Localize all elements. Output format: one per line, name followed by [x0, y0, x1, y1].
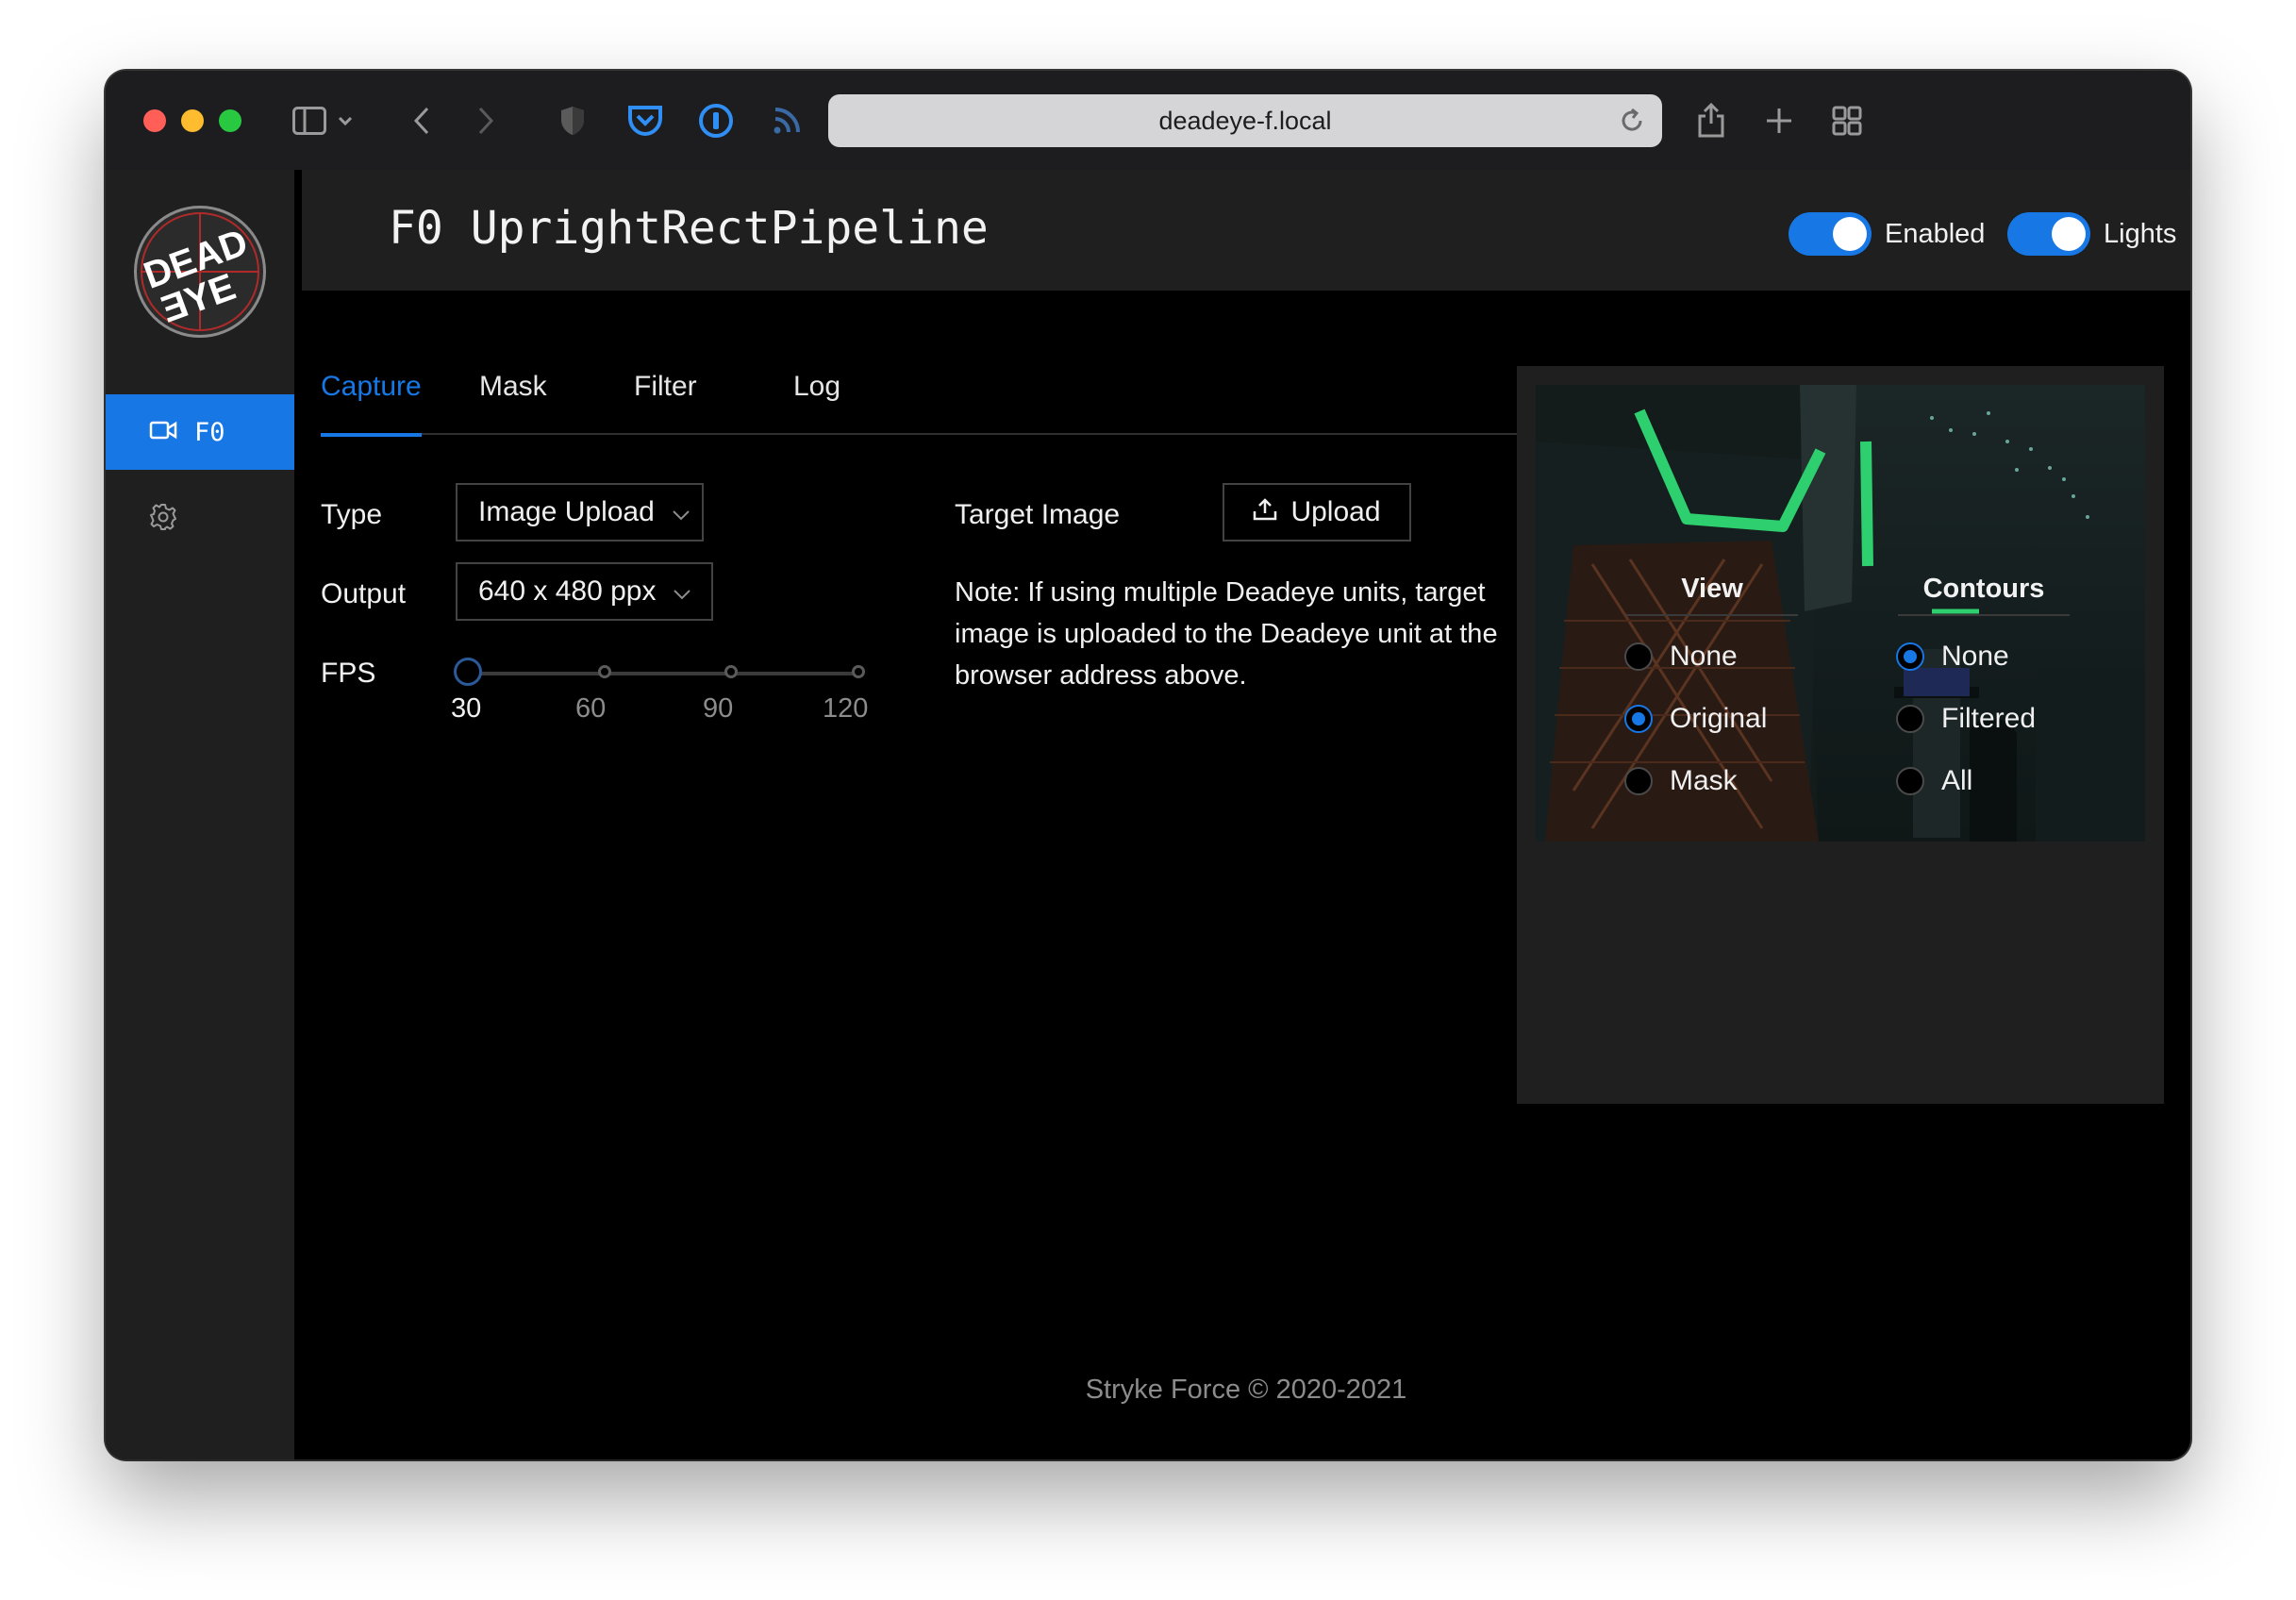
- upload-button-label: Upload: [1290, 496, 1381, 527]
- tab-overview-icon[interactable]: [1830, 99, 1864, 142]
- upload-icon: [1253, 496, 1277, 528]
- fps-mark-90: 90: [703, 693, 734, 724]
- footer-copyright: Stryke Force © 2020-2021: [1085, 1375, 1407, 1405]
- reload-icon[interactable]: [1619, 108, 1645, 139]
- deadeye-logo: DEAD ƎYE: [134, 206, 266, 338]
- tab-capture[interactable]: Capture: [321, 363, 422, 437]
- contours-option-filtered[interactable]: Filtered: [1896, 703, 2036, 735]
- fps-mark-30: 30: [451, 693, 482, 724]
- radio-label: Filtered: [1941, 703, 2037, 734]
- target-image-label: Target Image: [955, 499, 1121, 530]
- chevron-down-icon[interactable]: [336, 99, 355, 142]
- sidebar-item-label: F0: [194, 417, 225, 447]
- gear-icon: [149, 503, 177, 536]
- contours-option-none[interactable]: None: [1896, 641, 2009, 673]
- type-select[interactable]: Image Upload: [456, 483, 704, 542]
- browser-toolbar: deadeye-f.local: [106, 71, 2190, 170]
- new-tab-icon[interactable]: [1762, 99, 1796, 142]
- radio-circle: [1624, 642, 1653, 671]
- close-window-button[interactable]: [143, 109, 166, 132]
- upload-note: Note: If using multiple Deadeye units, t…: [955, 577, 1498, 691]
- view-option-mask[interactable]: Mask: [1624, 765, 1738, 797]
- privacy-shield-icon[interactable]: [557, 99, 589, 142]
- output-label: Output: [321, 578, 407, 609]
- radio-circle: [1896, 705, 1924, 733]
- radio-label: Original: [1670, 703, 1768, 734]
- password-manager-icon[interactable]: [697, 99, 735, 142]
- fps-slider-track[interactable]: [470, 672, 858, 675]
- fps-mark-60: 60: [575, 693, 607, 724]
- radio-circle: [1896, 767, 1924, 795]
- lights-toggle-group: Lights: [2007, 212, 2176, 256]
- chevron-down-icon: [673, 575, 691, 608]
- share-icon[interactable]: [1694, 99, 1728, 142]
- pipeline-tabs: Capture Mask Filter Log: [321, 363, 1598, 437]
- output-select[interactable]: 640 x 480 ppx: [456, 562, 713, 621]
- radio-circle: [1624, 767, 1653, 795]
- pocket-icon[interactable]: [626, 99, 664, 142]
- enabled-label: Enabled: [1885, 218, 1986, 249]
- enabled-toggle-group: Enabled: [1789, 212, 1985, 256]
- fps-slider-stop[interactable]: [598, 665, 611, 678]
- minimize-window-button[interactable]: [181, 109, 204, 132]
- tab-filter[interactable]: Filter: [634, 363, 697, 435]
- view-option-none[interactable]: None: [1624, 641, 1738, 673]
- radio-label: None: [1670, 641, 1738, 672]
- tab-mask[interactable]: Mask: [479, 363, 547, 435]
- video-camera-icon: [149, 420, 177, 445]
- sidebar-item-settings[interactable]: [106, 481, 294, 557]
- radio-label: Mask: [1670, 765, 1738, 796]
- app-sidebar: DEAD ƎYE F0: [106, 170, 294, 1459]
- fps-slider-stop[interactable]: [852, 665, 865, 678]
- zoom-window-button[interactable]: [219, 109, 241, 132]
- view-option-original[interactable]: Original: [1624, 703, 1767, 735]
- page-title: F0 UprightRectPipeline: [389, 202, 989, 255]
- output-select-value: 640 x 480 ppx: [478, 575, 657, 607]
- type-label: Type: [321, 499, 383, 530]
- tab-log[interactable]: Log: [793, 363, 840, 435]
- fps-slider-stop[interactable]: [724, 665, 738, 678]
- rss-feed-icon[interactable]: [770, 99, 804, 142]
- forward-icon[interactable]: [472, 99, 500, 142]
- radio-label: All: [1941, 765, 1973, 796]
- lights-switch[interactable]: [2007, 212, 2090, 256]
- view-title: View: [1626, 574, 1798, 616]
- contours-option-all[interactable]: All: [1896, 765, 1972, 797]
- radio-circle-selected: [1624, 705, 1653, 733]
- back-icon[interactable]: [408, 99, 436, 142]
- page-header: F0 UprightRectPipeline Enabled Lights: [302, 170, 2190, 291]
- upload-button[interactable]: Upload: [1223, 483, 1411, 542]
- radio-circle-selected: [1896, 642, 1924, 671]
- type-select-value: Image Upload: [478, 496, 655, 527]
- fps-label: FPS: [321, 658, 376, 689]
- chevron-down-icon: [672, 496, 690, 528]
- radio-label: None: [1941, 641, 2009, 672]
- sidebar-toggle-icon[interactable]: [291, 99, 328, 142]
- enabled-switch[interactable]: [1789, 212, 1872, 256]
- lights-label: Lights: [2104, 218, 2177, 249]
- address-bar[interactable]: deadeye-f.local: [828, 94, 1662, 147]
- fps-slider-handle[interactable]: [454, 658, 482, 686]
- fps-mark-120: 120: [823, 693, 869, 724]
- contours-title: Contours: [1898, 574, 2070, 616]
- sidebar-item-f0[interactable]: F0: [106, 394, 294, 470]
- url-text: deadeye-f.local: [1158, 107, 1332, 135]
- browser-window: deadeye-f.local DEAD ƎYE F0 F0 UprightRe…: [106, 71, 2190, 1459]
